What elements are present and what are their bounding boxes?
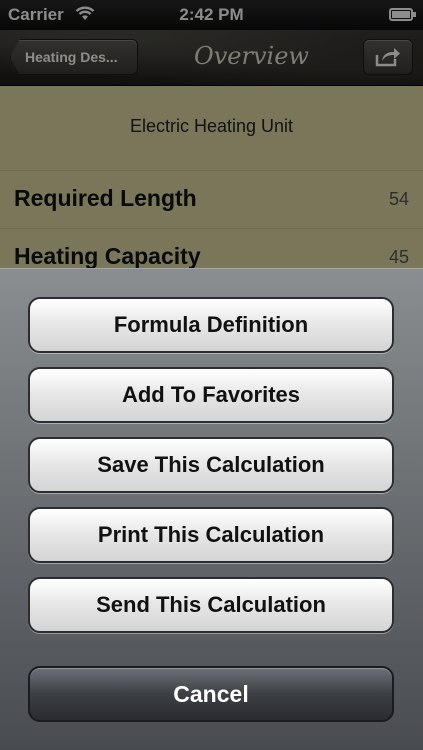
print-calculation-button[interactable]: Print This Calculation xyxy=(28,507,394,563)
action-sheet: Formula Definition Add To Favorites Save… xyxy=(0,268,423,750)
formula-definition-button[interactable]: Formula Definition xyxy=(28,297,394,353)
save-calculation-button[interactable]: Save This Calculation xyxy=(28,437,394,493)
cancel-button[interactable]: Cancel xyxy=(28,666,394,722)
add-to-favorites-button[interactable]: Add To Favorites xyxy=(28,367,394,423)
send-calculation-button[interactable]: Send This Calculation xyxy=(28,577,394,633)
